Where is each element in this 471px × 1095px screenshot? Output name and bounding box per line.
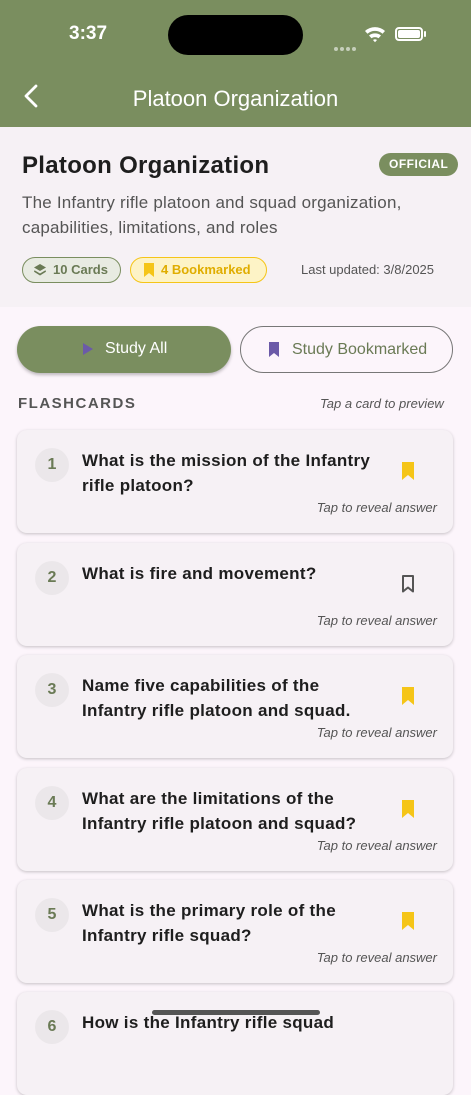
card-number: 3: [35, 673, 69, 707]
flashcard[interactable]: 6 How is the Infantry rifle squad: [17, 992, 453, 1095]
bookmark-outline-icon[interactable]: [400, 574, 416, 594]
section-title: FLASHCARDS: [18, 395, 137, 412]
signal-icon: [334, 38, 358, 56]
status-time: 3:37: [69, 23, 108, 44]
bookmarked-count-label: 4 Bookmarked: [161, 262, 251, 277]
dynamic-island: [168, 15, 303, 55]
reveal-hint: Tap to reveal answer: [316, 950, 437, 965]
flashcard[interactable]: 2 What is fire and movement? Tap to reveal…: [17, 543, 453, 646]
bookmark-filled-icon[interactable]: [400, 461, 416, 481]
reveal-hint: Tap to reveal answer: [316, 613, 437, 628]
card-question: Name five capabilities of the Infantry r…: [82, 676, 351, 720]
deck-header: Platoon Organization OFFICIAL The Infant…: [0, 127, 471, 307]
study-bookmarked-button[interactable]: Study Bookmarked: [240, 326, 453, 373]
bookmarked-count-chip: 4 Bookmarked: [130, 257, 267, 283]
status-bar: 3:37: [0, 0, 471, 70]
study-all-button[interactable]: Study All: [17, 326, 231, 373]
card-number: 1: [35, 448, 69, 482]
study-bookmarked-label: Study Bookmarked: [292, 341, 428, 358]
cards-count-chip: 10 Cards: [22, 257, 121, 283]
card-question: What is the primary role of the Infantry…: [82, 901, 336, 945]
card-number: 5: [35, 898, 69, 932]
wifi-icon: [365, 27, 385, 43]
app-bar: Platoon Organization: [0, 70, 471, 127]
bookmark-icon: [269, 342, 279, 357]
card-number: 2: [35, 561, 69, 595]
bookmark-filled-icon[interactable]: [400, 911, 416, 931]
cards-count-label: 10 Cards: [53, 262, 108, 277]
bookmark-icon: [144, 263, 154, 277]
card-question: What are the limitations of the Infantry…: [82, 789, 357, 833]
last-updated: Last updated: 3/8/2025: [301, 262, 435, 277]
official-badge: OFFICIAL: [379, 153, 459, 176]
deck-title: Platoon Organization: [22, 152, 270, 179]
battery-icon: [395, 27, 423, 41]
deck-description: The Infantry rifle platoon and squad org…: [22, 193, 402, 237]
card-question: What is fire and movement?: [82, 564, 317, 583]
flashcard[interactable]: 4 What are the limitations of the Infantr…: [17, 768, 453, 871]
reveal-hint: Tap to reveal answer: [316, 500, 437, 515]
card-number: 6: [35, 1010, 69, 1044]
layers-icon: [34, 264, 46, 276]
section-hint: Tap a card to preview: [320, 396, 444, 411]
flashcard[interactable]: 1 What is the mission of the Infantry rif…: [17, 430, 453, 533]
flashcard[interactable]: 5 What is the primary role of the Infantr…: [17, 880, 453, 983]
card-question: What is the mission of the Infantry rifl…: [82, 451, 371, 495]
card-number: 4: [35, 786, 69, 820]
bookmark-filled-icon[interactable]: [400, 799, 416, 819]
home-indicator[interactable]: [152, 1010, 320, 1015]
reveal-hint: Tap to reveal answer: [316, 838, 437, 853]
app-bar-title: Platoon Organization: [132, 86, 339, 111]
play-icon: [83, 343, 93, 355]
bookmark-filled-icon[interactable]: [400, 686, 416, 706]
reveal-hint: Tap to reveal answer: [316, 725, 437, 740]
flashcard[interactable]: 3 Name five capabilities of the Infantry …: [17, 655, 453, 758]
study-all-label: Study All: [105, 340, 168, 357]
